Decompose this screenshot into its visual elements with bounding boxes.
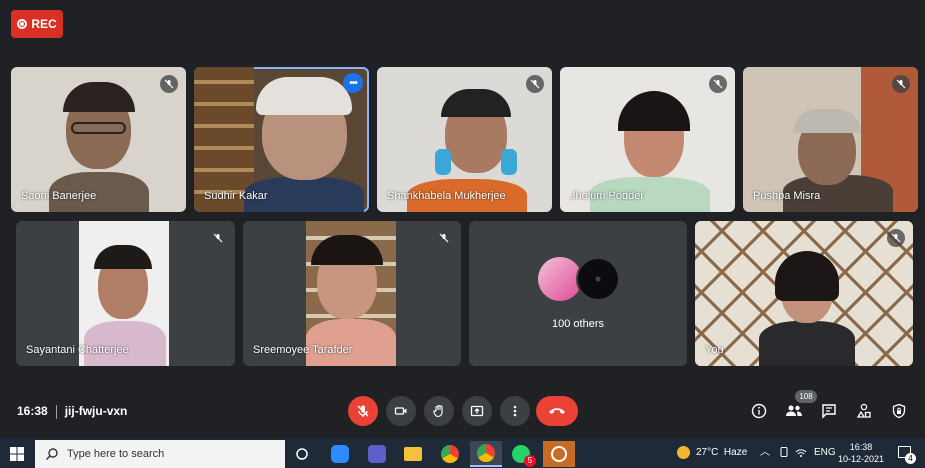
meeting-code: jij-fwju-vxn [64,404,128,418]
participant-name: Sudhir Kakar [204,190,268,202]
avatar [576,257,620,301]
participant-name: Jhelum Podder [570,190,644,202]
people-icon [786,405,802,416]
haze-icon [677,445,690,459]
clock-date: 10-12-2021 [838,454,885,464]
record-icon [17,19,28,29]
chrome-icon [441,445,459,463]
meeting-time: 16:38 [17,404,48,418]
more-options-button[interactable] [500,396,530,426]
more-vert-icon [513,405,517,417]
mic-off-icon [209,229,227,247]
info-icon [751,403,767,419]
wifi-icon-svg [795,449,807,458]
weather-temperature: 27°C [696,447,719,458]
meeting-controls-bar: 16:38 jij-fwju-vxn 108 [0,390,925,430]
wifi-icon[interactable] [795,438,807,468]
show-hidden-icons-button[interactable]: ︿ [760,438,770,468]
recording-indicator[interactable]: REC [11,10,63,38]
start-button[interactable] [4,441,30,467]
mic-off-icon [435,229,453,247]
weather-widget[interactable]: 27°C Haze [677,438,747,468]
mic-off-icon [892,75,910,93]
system-clock[interactable]: 16:38 10-12-2021 [838,441,884,465]
mic-off-icon [709,75,727,93]
participant-name: Pushpa Misra [753,190,821,202]
clock-time: 16:38 [849,442,873,452]
participant-tile[interactable]: Saoni Banerjee [11,67,186,212]
camera-icon [394,407,407,415]
participant-tile[interactable]: Sreemoyee Tarafder [243,221,461,366]
participant-tile[interactable]: Jhelum Podder [560,67,735,212]
hang-up-icon [549,408,565,414]
taskbar-app-teams[interactable] [364,441,390,467]
battery-icon[interactable] [779,438,789,468]
zoom-icon [331,445,349,463]
taskbar-app-file-explorer[interactable] [400,441,426,467]
present-icon [470,405,484,417]
folder-icon [404,447,422,461]
people-button[interactable] [783,400,805,422]
shield-lock-icon [892,403,906,419]
taskbar-app-zoom[interactable] [327,441,353,467]
teams-icon [368,445,386,463]
chrome-icon [477,444,495,462]
participant-name: Saoni Banerjee [21,190,97,202]
mic-off-icon [357,405,369,417]
participant-name: Sreemoyee Tarafder [253,344,353,356]
self-tile[interactable]: You [695,221,913,366]
language-indicator[interactable]: ENG [814,438,836,468]
host-controls-button[interactable] [888,400,910,422]
media-player-icon [551,446,567,462]
chat-button[interactable] [818,400,840,422]
present-screen-button[interactable] [462,396,492,426]
activities-icon [856,403,871,418]
taskbar-app-chrome[interactable] [437,441,463,467]
participant-tile-active-speaker[interactable]: ••• Sudhir Kakar [194,67,369,212]
taskbar-search-box[interactable]: Type here to search [35,440,285,468]
participant-tile[interactable]: Pushpa Misra [743,67,918,212]
participant-name: Sayantani Chatterjee [26,344,129,356]
task-view-button[interactable] [289,441,315,467]
mic-toggle-button[interactable] [348,396,378,426]
mic-off-icon [887,229,905,247]
camera-toggle-button[interactable] [386,396,416,426]
recording-label: REC [31,17,57,31]
mic-off-icon [526,75,544,93]
participant-tile[interactable]: Shankhabela Mukherjee [377,67,552,212]
participant-name: Shankhabela Mukherjee [387,190,506,202]
mic-off-icon [160,75,178,93]
leave-call-button[interactable] [536,396,578,426]
others-count-label: 100 others [552,318,604,330]
hand-icon [433,404,443,418]
whatsapp-unread-badge: 5 [524,455,536,467]
chat-icon [822,404,836,419]
notification-count: 4 [905,453,916,464]
participant-name: You [705,344,724,356]
battery-icon-svg [780,447,788,458]
windows-taskbar: Type here to search 5 27°C Haze ︿ ENG 16… [0,438,925,468]
participant-tile[interactable]: Sayantani Chatterjee [16,221,235,366]
search-placeholder: Type here to search [67,448,165,460]
others-tile[interactable]: 100 others [469,221,687,366]
activities-button[interactable] [853,400,875,422]
notification-center-button[interactable]: 4 [898,438,916,468]
task-view-icon [296,448,308,460]
more-options-icon[interactable]: ••• [343,73,363,93]
windows-logo-icon [10,447,24,461]
taskbar-app-media[interactable] [543,441,575,467]
meeting-details-button[interactable] [748,400,770,422]
taskbar-app-chrome-active[interactable] [470,441,502,467]
taskbar-app-whatsapp[interactable]: 5 [508,441,536,467]
video-feed [695,221,913,366]
raise-hand-button[interactable] [424,396,454,426]
search-icon [45,448,58,461]
chevron-up-icon: ︿ [760,447,770,458]
meeting-info: 16:38 jij-fwju-vxn [17,404,127,419]
weather-description: Haze [723,447,748,458]
